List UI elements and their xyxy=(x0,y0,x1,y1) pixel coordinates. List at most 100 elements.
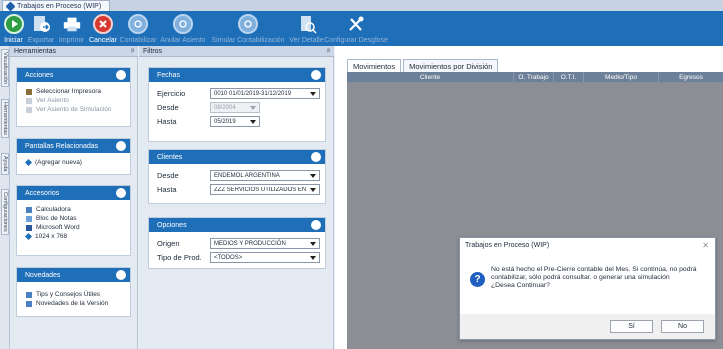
fechas-hasta-row: Hasta 05/2019 xyxy=(157,116,260,127)
tips-link[interactable]: Tips y Consejos Útiles xyxy=(17,290,130,299)
microsoft-word-link[interactable]: Microsoft Word xyxy=(17,223,130,232)
side-tab-herramientas[interactable]: Herramientas xyxy=(1,99,9,139)
accesorios-card: Accesorios Calculadora Bloc de Notas Mic… xyxy=(16,185,131,256)
fechas-desde-select[interactable]: 08/2004 xyxy=(210,102,260,113)
collapse-icon[interactable] xyxy=(116,188,126,198)
simulate-icon xyxy=(238,14,258,34)
column-header-egresos[interactable]: Egresos xyxy=(659,72,723,82)
dropdown-arrow-icon xyxy=(310,173,316,178)
side-tab-configuraciones[interactable]: Configuraciones xyxy=(1,189,9,235)
collapse-icon[interactable] xyxy=(311,220,321,230)
clientes-hasta-select[interactable]: ZZZ SERVICIOS UTILIZADOS EN E xyxy=(210,184,320,195)
dropdown-arrow-icon xyxy=(310,255,316,260)
fechas-desde-row: Desde 08/2004 xyxy=(157,102,260,113)
clientes-desde-select[interactable]: ENDEMOL ARGENTINA xyxy=(210,170,320,181)
printer-icon xyxy=(26,88,32,95)
seleccionar-impresora-link[interactable]: Seleccionar Impresora xyxy=(17,87,130,96)
document-tab-title: Trabajos en Proceso (WIP) xyxy=(17,2,102,10)
anular-asiento-button[interactable]: Anular Asiento xyxy=(158,11,208,46)
document-icon xyxy=(26,300,32,307)
collapse-icon[interactable] xyxy=(311,152,321,162)
cancelar-button[interactable]: Cancelar xyxy=(88,11,118,46)
origen-row: Origen MEDIOS Y PRODUCCIÓN xyxy=(157,238,320,249)
filtros-panel: Fechas Ejercicio 0010 01/01/2019-31/12/2… xyxy=(139,57,334,349)
agregar-nueva-link[interactable]: (Agregar nueva) xyxy=(17,158,130,167)
dialog-message: No está hecho el Pre-Cierre contable del… xyxy=(491,266,697,289)
tab-movimientos-por-division[interactable]: Movimientos por División xyxy=(403,59,499,72)
tipo-prod-row: Tipo de Prod. <TODOS> xyxy=(157,252,320,263)
app-icon xyxy=(24,232,33,241)
no-button[interactable]: No xyxy=(661,320,704,333)
exportar-button[interactable]: Exportar xyxy=(27,11,55,46)
collapse-icon[interactable] xyxy=(116,141,126,151)
calculator-icon xyxy=(26,206,32,213)
word-icon xyxy=(26,224,32,231)
question-icon: ? xyxy=(470,272,485,287)
simular-contabilizacion-button[interactable]: Simular Contabilización xyxy=(208,11,288,46)
acciones-header[interactable]: Acciones xyxy=(17,68,130,82)
acciones-card: Acciones Seleccionar Impresora Ver Asien… xyxy=(16,67,131,127)
dialog-footer: Sí No xyxy=(460,314,715,339)
configurar-desglose-button[interactable]: Configurar Desglose xyxy=(324,11,388,46)
post-icon xyxy=(128,14,148,34)
clientes-card: Clientes Desde ENDEMOL ARGENTINA Hasta Z… xyxy=(148,149,326,204)
novedades-version-link[interactable]: Novedades de la Versión xyxy=(17,299,130,308)
ver-detalle-button[interactable]: Ver Detalle xyxy=(288,11,325,46)
close-icon[interactable]: ✕ xyxy=(702,241,709,250)
iniciar-button[interactable]: Iniciar xyxy=(0,11,27,46)
export-icon xyxy=(31,14,51,34)
imprimir-button[interactable]: Imprimir xyxy=(55,11,88,46)
column-header-orden-trabajo[interactable]: O. Trabajo xyxy=(514,72,554,82)
dialog-body: ? No está hecho el Pre-Cierre contable d… xyxy=(470,266,706,290)
fechas-card: Fechas Ejercicio 0010 01/01/2019-31/12/2… xyxy=(148,67,326,142)
filtros-panel-title: Filtros xyxy=(143,47,163,55)
toolbar: Iniciar Exportar Imprimir Cancelar Conta… xyxy=(0,11,723,46)
notepad-icon xyxy=(26,215,32,222)
yes-button[interactable]: Sí xyxy=(610,320,653,333)
app-icon xyxy=(5,1,16,11)
ejercicio-select[interactable]: 0010 01/01/2019-31/12/2019 xyxy=(210,88,320,99)
fechas-header[interactable]: Fechas xyxy=(149,68,325,82)
accesorios-header[interactable]: Accesorios xyxy=(17,186,130,200)
column-header-oti[interactable]: O.T.I. xyxy=(554,72,584,82)
detail-icon xyxy=(297,14,317,34)
document-tab[interactable]: Trabajos en Proceso (WIP) xyxy=(2,0,111,11)
opciones-card: Opciones Origen MEDIOS Y PRODUCCIÓN Tipo… xyxy=(148,217,326,269)
pantallas-relacionadas-header[interactable]: Pantallas Relacionadas xyxy=(17,139,130,153)
dropdown-arrow-icon xyxy=(250,105,256,110)
ver-asiento-link[interactable]: Ver Asiento xyxy=(17,96,130,105)
side-tab-ayuda[interactable]: Ayuda xyxy=(1,153,9,175)
dialog-title: Trabajos en Proceso (WIP) xyxy=(465,242,550,249)
clientes-header[interactable]: Clientes xyxy=(149,150,325,164)
ejercicio-row: Ejercicio 0010 01/01/2019-31/12/2019 xyxy=(157,88,320,99)
bloc-de-notas-link[interactable]: Bloc de Notas xyxy=(17,214,130,223)
ver-asiento-simulacion-link[interactable]: Ver Asiento de Simulación xyxy=(17,105,130,114)
tipo-prod-select[interactable]: <TODOS> xyxy=(210,252,320,263)
collapse-icon[interactable] xyxy=(116,70,126,80)
pin-icon[interactable]: ᵖ xyxy=(131,48,134,55)
app-icon xyxy=(24,158,33,167)
collapse-icon[interactable] xyxy=(116,270,126,280)
filtros-panel-header: Filtros ᵖ xyxy=(139,46,334,57)
dropdown-arrow-icon xyxy=(310,91,316,96)
confirm-dialog: Trabajos en Proceso (WIP) ✕ ? No está he… xyxy=(459,237,716,340)
pantallas-relacionadas-card: Pantallas Relacionadas (Agregar nueva) xyxy=(16,138,131,175)
collapse-icon[interactable] xyxy=(311,70,321,80)
novedades-header[interactable]: Novedades xyxy=(17,268,130,282)
column-header-cliente[interactable]: Cliente xyxy=(347,72,514,82)
column-header-medio-tipo[interactable]: Medio/Tipo xyxy=(584,72,659,82)
tools-icon xyxy=(346,14,366,34)
herramientas-panel-header: Herramientas ᵖ xyxy=(10,46,138,57)
document-tab-bar: Trabajos en Proceso (WIP) xyxy=(0,0,723,11)
document-icon xyxy=(26,106,32,113)
opciones-header[interactable]: Opciones xyxy=(149,218,325,232)
tab-movimientos[interactable]: Movimientos xyxy=(347,59,402,72)
side-tab-visualizacion[interactable]: Visualización xyxy=(1,49,9,88)
calculadora-link[interactable]: Calculadora xyxy=(17,205,130,214)
contabilizar-button[interactable]: Contabilizar xyxy=(118,11,158,46)
resolution-link[interactable]: 1024 x 768 xyxy=(17,232,130,241)
origen-select[interactable]: MEDIOS Y PRODUCCIÓN xyxy=(210,238,320,249)
pin-icon[interactable]: ᵖ xyxy=(327,48,330,55)
document-icon xyxy=(26,291,32,298)
fechas-hasta-select[interactable]: 05/2019 xyxy=(210,116,260,127)
